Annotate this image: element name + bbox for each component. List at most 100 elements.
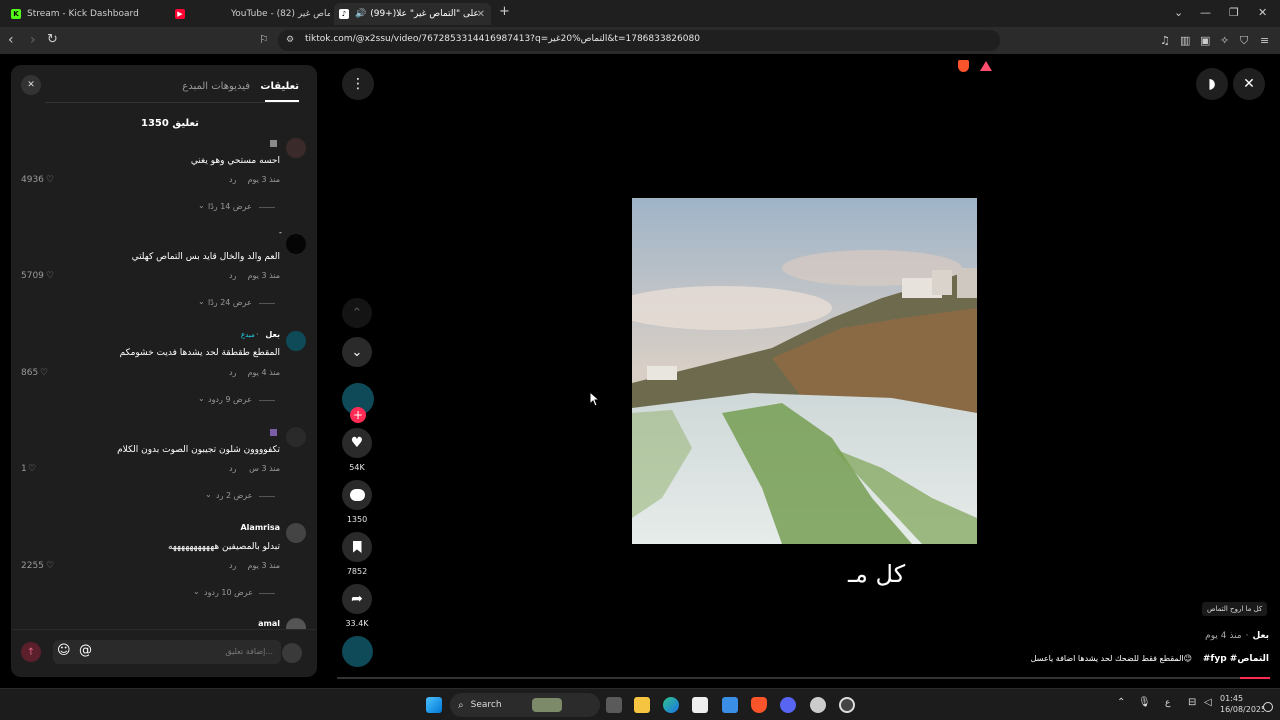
tab-comments[interactable]: تعليقات — [260, 81, 299, 92]
speaker-icon[interactable]: 🔊 — [355, 9, 366, 19]
reply-button[interactable]: رد — [229, 368, 236, 377]
follow-plus-icon[interactable]: + — [350, 407, 366, 423]
avatar[interactable] — [286, 234, 306, 254]
microphone-icon[interactable]: 🎙 — [1138, 697, 1151, 708]
volume-icon[interactable]: ◁ — [1204, 697, 1212, 708]
close-window-icon[interactable]: ✕ — [1258, 6, 1267, 19]
tab-search-icon[interactable]: ⌄ — [1174, 6, 1183, 19]
obs-icon[interactable] — [839, 697, 855, 713]
comment-author[interactable]: - — [279, 228, 282, 237]
view-replies[interactable]: عرض 24 ردًا — [208, 298, 252, 307]
brave-shield-icon[interactable] — [958, 60, 969, 72]
reload-icon[interactable]: ↻ — [47, 32, 58, 47]
music-disc[interactable] — [342, 636, 373, 667]
like-count[interactable]: 4936 — [21, 175, 44, 185]
settings-icon[interactable] — [810, 697, 826, 713]
like-count[interactable]: 865 — [21, 368, 38, 378]
input-language[interactable]: ع — [1165, 698, 1170, 708]
notification-icon[interactable] — [1263, 702, 1273, 712]
vpn-icon[interactable]: ⛉ — [1240, 34, 1248, 48]
next-video-button[interactable]: ⌄ — [342, 337, 372, 367]
previous-video-button[interactable]: ⌃ — [342, 298, 372, 328]
heart-icon[interactable]: ♡ — [46, 175, 54, 185]
like-button[interactable]: ♥ — [342, 428, 372, 458]
capcut-icon[interactable] — [692, 697, 708, 713]
sound-pill[interactable]: كل ما اروح التماص — [1202, 602, 1268, 616]
menu-icon[interactable]: ≡ — [1260, 34, 1269, 47]
comment-author[interactable]: بعل — [265, 330, 280, 339]
discord-icon[interactable] — [780, 697, 796, 713]
maximize-icon[interactable]: ❐ — [1229, 6, 1239, 19]
sidebar-icon[interactable]: ▥ — [1180, 34, 1190, 47]
show-hidden-icons[interactable]: ⌃ — [1117, 697, 1125, 708]
tab-creator-videos[interactable]: فيديوهات المبدع — [182, 81, 250, 92]
close-tab-icon[interactable]: ✕ — [477, 9, 485, 20]
avatar[interactable] — [286, 427, 306, 447]
view-replies[interactable]: عرض 9 ردود — [208, 395, 252, 404]
brave-icon[interactable] — [751, 697, 767, 713]
site-info-icon[interactable]: ⚙ — [286, 35, 294, 45]
audio-toggle-button[interactable]: ◗ — [1196, 68, 1228, 100]
reply-button[interactable]: رد — [229, 464, 236, 473]
forward-icon[interactable]: › — [30, 32, 36, 48]
file-explorer-icon[interactable] — [634, 697, 650, 713]
network-icon[interactable]: ⊟ — [1188, 697, 1196, 708]
view-replies[interactable]: عرض 10 ردود — [204, 588, 253, 597]
windows-start-icon[interactable] — [426, 697, 442, 713]
avatar[interactable] — [286, 331, 306, 351]
reply-button[interactable]: رد — [229, 561, 236, 570]
view-replies[interactable]: عرض 14 ردًا — [208, 202, 252, 211]
wallet-icon[interactable]: ▣ — [1200, 34, 1210, 47]
comment-author[interactable]: amal — [258, 619, 280, 628]
media-icon[interactable]: ♫ — [1160, 34, 1170, 47]
edge-icon[interactable] — [663, 697, 679, 713]
mention-button[interactable]: @ — [79, 643, 92, 658]
post-comment-button[interactable]: ↑ — [21, 642, 41, 662]
avatar[interactable] — [286, 523, 306, 543]
more-options-button[interactable]: ⋮ — [342, 68, 374, 100]
my-avatar[interactable] — [282, 643, 302, 663]
video-author[interactable]: بعل — [1253, 631, 1270, 641]
store-icon[interactable] — [722, 697, 738, 713]
video-frame[interactable] — [632, 198, 977, 544]
tab-kick-dashboard[interactable]: K Stream - Kick Dashboard — [6, 3, 166, 25]
minimize-icon[interactable]: — — [1200, 6, 1211, 19]
comment-button[interactable] — [342, 480, 372, 510]
heart-icon[interactable]: ♡ — [40, 368, 48, 378]
tab-title: (99+)انتر على "التماص غير" علا... — [370, 9, 480, 19]
taskbar-search[interactable]: ⌕ Search — [450, 693, 600, 717]
back-icon[interactable]: ‹ — [8, 32, 14, 48]
likes-count: 54K — [349, 463, 365, 472]
share-arrow-icon: ➦ — [351, 591, 363, 607]
brave-rewards-icon[interactable] — [980, 61, 992, 71]
like-count[interactable]: 1 — [21, 464, 27, 474]
tab-tiktok[interactable]: ♪ 🔊 (99+)انتر على "التماص غير" علا... ✕ — [334, 3, 491, 25]
comment-input-placeholder[interactable]: إضافة تعليق... — [225, 647, 273, 656]
tab-youtube[interactable]: ▶ YouTube - (82) التماص غير — [170, 3, 330, 25]
like-count[interactable]: 2255 — [21, 561, 44, 571]
emoji-icon[interactable]: ☺ — [57, 643, 71, 658]
heart-icon[interactable]: ♡ — [46, 271, 54, 281]
clock-time[interactable]: 01:45 — [1220, 694, 1243, 703]
url-text[interactable]: tiktok.com/@x2ssu/video/7672853314416987… — [305, 34, 700, 44]
video-hashtags[interactable]: #fyp #التماص — [1203, 654, 1269, 664]
close-video-button[interactable]: ✕ — [1233, 68, 1265, 100]
reply-button[interactable]: رد — [229, 175, 236, 184]
heart-icon[interactable]: ♡ — [46, 561, 54, 571]
share-button[interactable]: ➦ — [342, 584, 372, 614]
save-button[interactable] — [342, 532, 372, 562]
avatar[interactable] — [286, 138, 306, 158]
task-view-icon[interactable] — [606, 697, 622, 713]
comment-author[interactable]: Alamrisa — [240, 523, 280, 532]
like-count[interactable]: 5709 — [21, 271, 44, 281]
new-tab-icon[interactable]: + — [499, 4, 510, 19]
leo-ai-icon[interactable]: ✧ — [1220, 34, 1229, 47]
sound-label: كل ما اروح التماص — [1207, 605, 1263, 613]
heart-icon[interactable]: ♡ — [28, 464, 36, 474]
close-panel-button[interactable]: ✕ — [21, 75, 41, 95]
clock-date[interactable]: 16/08/2025 — [1220, 705, 1264, 714]
view-replies[interactable]: عرض 2 رد — [216, 491, 252, 500]
bookmark-icon[interactable]: ⚐ — [259, 33, 269, 46]
reply-button[interactable]: رد — [229, 271, 236, 280]
video-progress-track[interactable] — [337, 677, 1270, 679]
